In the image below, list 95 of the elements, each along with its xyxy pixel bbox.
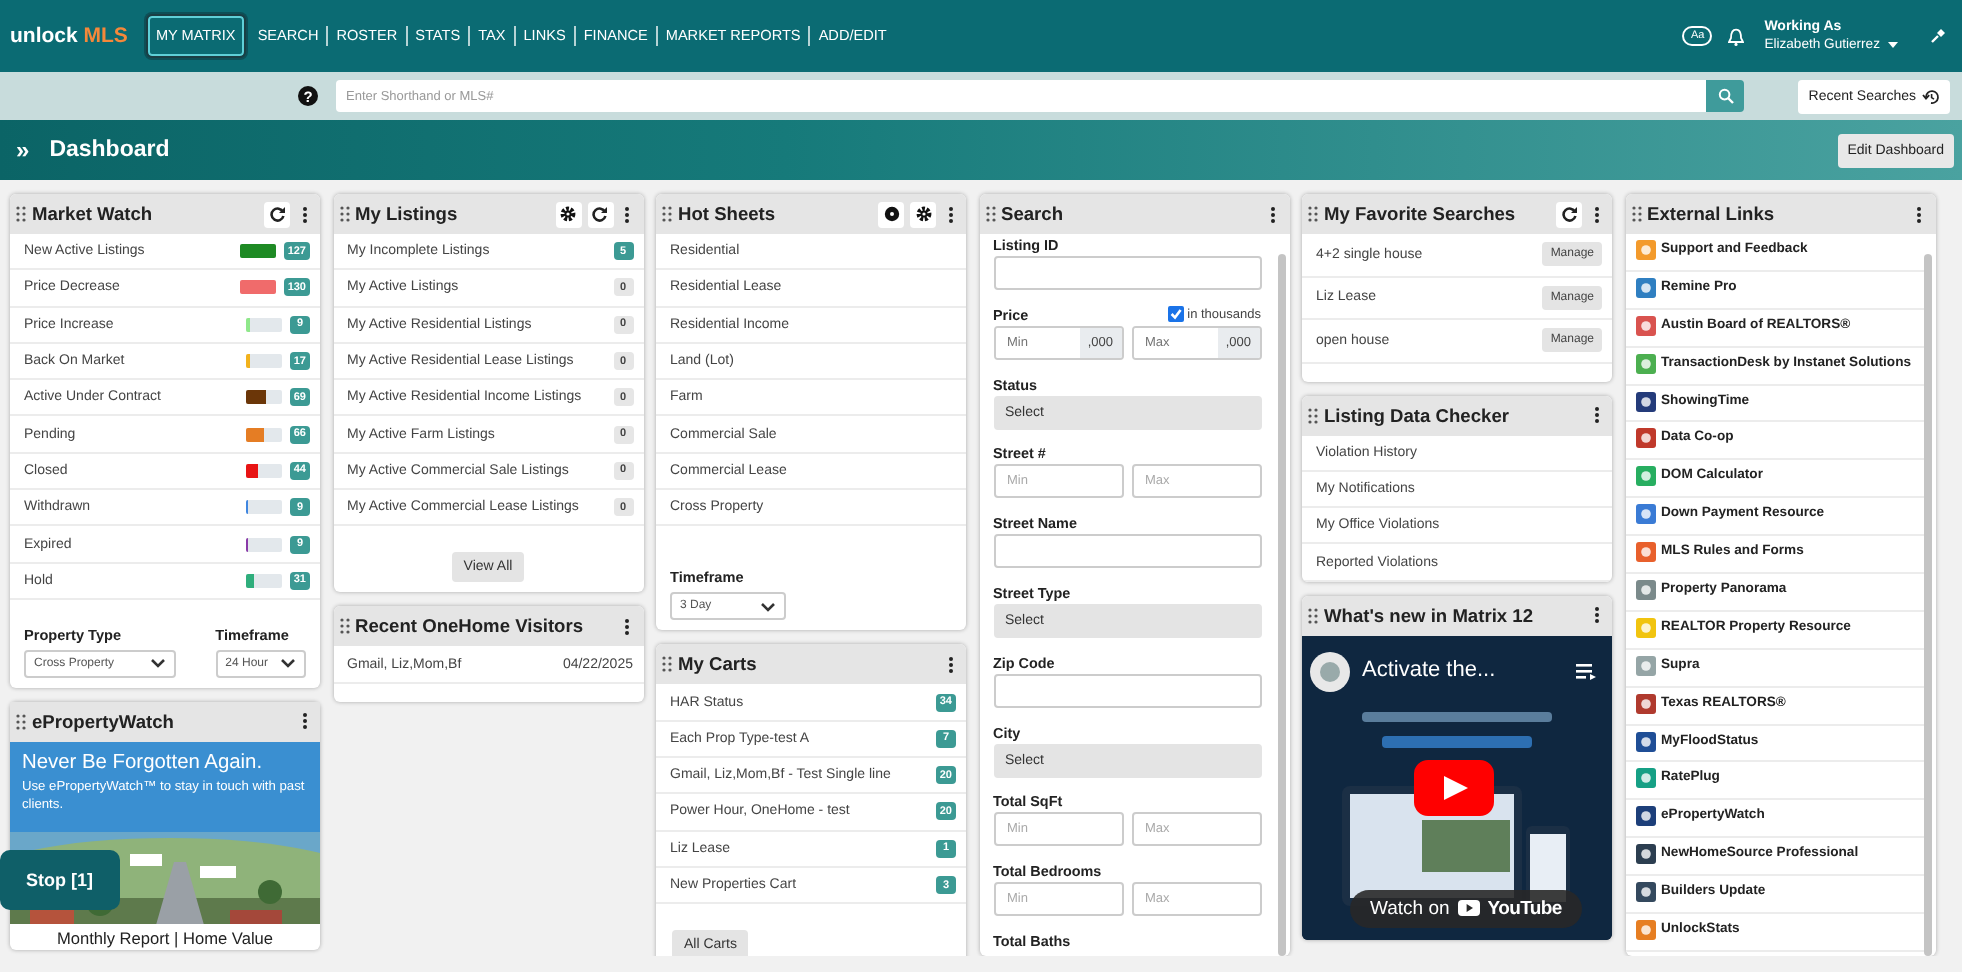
play-button-icon[interactable] [1414, 759, 1494, 816]
logo-icon [1635, 580, 1655, 601]
logo-icon [1635, 277, 1655, 298]
scrollbar[interactable] [1923, 254, 1931, 956]
logo-icon [1635, 806, 1655, 827]
page-title: Dashboard [49, 138, 172, 162]
channel-avatar-icon [1310, 651, 1350, 692]
logo-text: MLS [83, 24, 128, 48]
drag-handle-icon[interactable] [339, 618, 349, 635]
logo-icon [1635, 617, 1655, 638]
logo-icon [1635, 315, 1655, 336]
drag-handle-icon[interactable] [1308, 607, 1318, 624]
menu-icon [624, 617, 630, 636]
menu-icon [301, 712, 307, 731]
logo-icon [1635, 353, 1655, 374]
video-title: Activate the... [1362, 657, 1496, 682]
refresh-button[interactable] [587, 201, 613, 227]
panel-title: Market Watch [32, 204, 155, 224]
menu-icon [1593, 406, 1599, 424]
caret-icon [1888, 42, 1898, 48]
panel-title: My Favorite Searches [1324, 204, 1518, 224]
logo-icon [1635, 428, 1655, 449]
menu-icon [301, 205, 307, 223]
panel-title: Recent OneHome Visitors [355, 616, 586, 637]
menu-button[interactable] [1265, 201, 1281, 227]
sidebar-toggle[interactable]: » [16, 136, 30, 164]
logo-icon [1635, 655, 1655, 676]
chevron-icon [150, 656, 166, 671]
drag-handle-icon[interactable] [662, 656, 672, 673]
input-field[interactable] [993, 256, 1261, 290]
settings-button[interactable] [910, 201, 936, 227]
refresh-icon [1561, 206, 1577, 222]
menu-icon [947, 205, 953, 223]
panel-title: External Links [1647, 204, 1777, 224]
input-field[interactable] [993, 534, 1261, 569]
drag-handle-icon[interactable] [1631, 206, 1641, 222]
menu-icon [1593, 205, 1599, 223]
promo-caption: Monthly Report | Home Value [54, 925, 276, 950]
panel-title: ePropertyWatch [32, 711, 176, 732]
scrollbar[interactable] [1277, 254, 1285, 956]
menu-icon [624, 205, 630, 223]
logo-icon [1635, 768, 1655, 789]
settings-button[interactable] [555, 201, 581, 227]
drag-handle-icon[interactable] [1308, 407, 1318, 423]
settings-icon [560, 206, 576, 222]
checkbox[interactable] [1167, 306, 1184, 323]
panel-title: Hot Sheets [678, 204, 778, 224]
drag-handle-icon[interactable] [662, 206, 672, 222]
playlist-icon[interactable] [1576, 663, 1596, 680]
menu-icon [1270, 205, 1276, 223]
logo-icon [1635, 731, 1655, 752]
drag-handle-icon[interactable] [1308, 206, 1318, 222]
settings-icon [915, 206, 931, 222]
drag-handle-icon[interactable] [16, 206, 26, 222]
history-icon [1922, 87, 1940, 105]
search-button[interactable] [1706, 80, 1744, 112]
drag-handle-icon[interactable] [16, 713, 26, 730]
search-icon [1717, 88, 1733, 104]
refresh-button[interactable] [1556, 201, 1582, 227]
refresh-icon [269, 206, 285, 222]
panel-title: Search [1001, 204, 1066, 224]
logo-icon [1635, 504, 1655, 525]
drag-handle-icon[interactable] [985, 206, 995, 222]
logo-icon [1635, 844, 1655, 865]
logo-icon [1635, 882, 1655, 903]
chevron-icon [760, 599, 776, 614]
panel-title: My Listings [355, 204, 460, 224]
logo-icon [1635, 391, 1655, 412]
panel-title: Listing Data Checker [1324, 405, 1511, 425]
menu-button[interactable] [1911, 201, 1927, 227]
menu-button[interactable] [619, 613, 635, 640]
stop-button[interactable]: Stop [1] [0, 849, 119, 910]
logo-icon [1635, 542, 1655, 563]
pin-icon[interactable] [1930, 28, 1946, 44]
logo-icon [1635, 240, 1655, 260]
input-field[interactable] [993, 673, 1261, 708]
logo-icon [1635, 466, 1655, 487]
panel-title: My Carts [678, 654, 759, 675]
menu-icon [947, 655, 953, 674]
bell-icon[interactable] [1728, 27, 1745, 45]
watch-on-youtube-button[interactable]: Watch on YouTube [1350, 889, 1582, 928]
logo-icon [1635, 920, 1655, 941]
logo-text: unlock [10, 24, 78, 48]
drag-handle-icon[interactable] [339, 206, 349, 222]
youtube-logo-icon [1457, 900, 1480, 917]
menu-icon [1593, 606, 1599, 625]
refresh-icon [592, 206, 608, 222]
menu-icon [1916, 205, 1922, 223]
refresh-button[interactable] [264, 201, 290, 227]
info-button[interactable] [878, 201, 904, 227]
promo-headline: Never Be Forgotten Again. [20, 749, 265, 778]
panel-title: What's new in Matrix 12 [1324, 605, 1535, 626]
chevron-icon [280, 656, 296, 671]
menu-button[interactable] [619, 201, 635, 227]
logo-icon [1635, 693, 1655, 714]
